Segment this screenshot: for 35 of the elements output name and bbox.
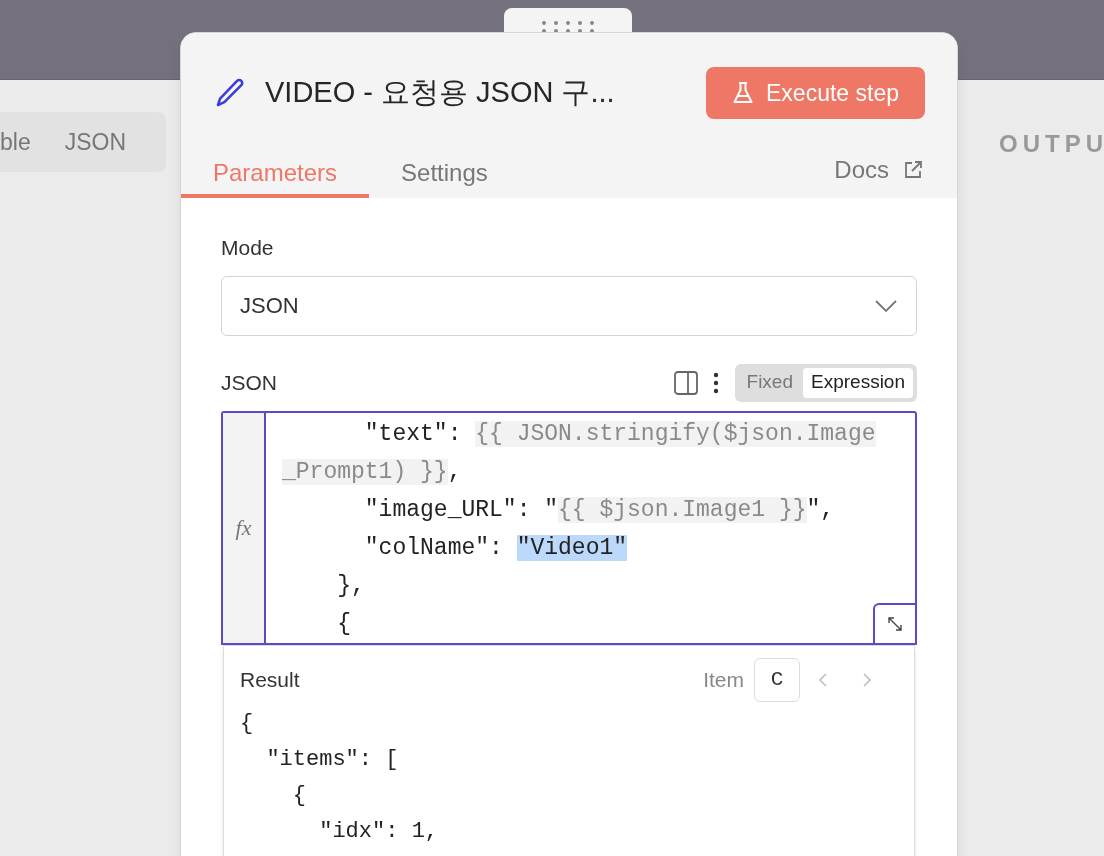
result-line: "idx": 1, [318, 817, 440, 846]
item-field[interactable]: C [754, 657, 800, 702]
docs-link[interactable]: Docs [834, 151, 957, 198]
code-editor[interactable]: fx "text": {{ JSON.stringify($json.Image _Prompt1) }}, "image_URL": "{{ $json.Image1 }}", "colName": "Video1" }, { [221, 410, 917, 645]
execute-step-button[interactable]: Execute step [706, 67, 925, 119]
expand-button[interactable] [873, 602, 915, 643]
field-label: Mode [221, 235, 275, 261]
panel-tab[interactable]: Settings [369, 151, 520, 198]
view-tab[interactable]: JSON [64, 120, 127, 164]
drag-handle[interactable] [504, 8, 632, 32]
more-options-icon[interactable] [712, 371, 719, 394]
flask-icon [732, 81, 755, 105]
mode-select[interactable]: JSON [221, 275, 917, 336]
result-line: { [291, 781, 307, 810]
result-title: Result [240, 666, 300, 693]
code-line: { [336, 609, 351, 639]
code-line: }, [336, 571, 365, 601]
output-heading: OUTPU [999, 129, 1104, 159]
grip-icon [540, 20, 596, 32]
item-label: Item [703, 666, 744, 693]
toggle-option[interactable]: Fixed [738, 367, 801, 398]
external-link-icon [903, 159, 923, 180]
field-label: JSON [221, 369, 277, 396]
view-tab[interactable]: ble [0, 120, 31, 164]
result-line: { [240, 709, 255, 738]
toggle-option[interactable]: Expression [803, 367, 913, 398]
expand-icon [887, 615, 903, 632]
node-title[interactable]: VIDEO - 요청용 JSON 구... [265, 71, 615, 115]
panel-tab[interactable]: Parameters [181, 151, 370, 198]
fx-label: fx [235, 514, 252, 542]
code-line: "image_URL": "{{ $json.Image1 }}", [363, 495, 835, 525]
split-panel-icon[interactable] [672, 369, 699, 396]
result-line: "items": [ [265, 745, 400, 774]
chevron-down-icon [874, 298, 898, 313]
code-line: "colName": "Video1" [363, 533, 628, 563]
